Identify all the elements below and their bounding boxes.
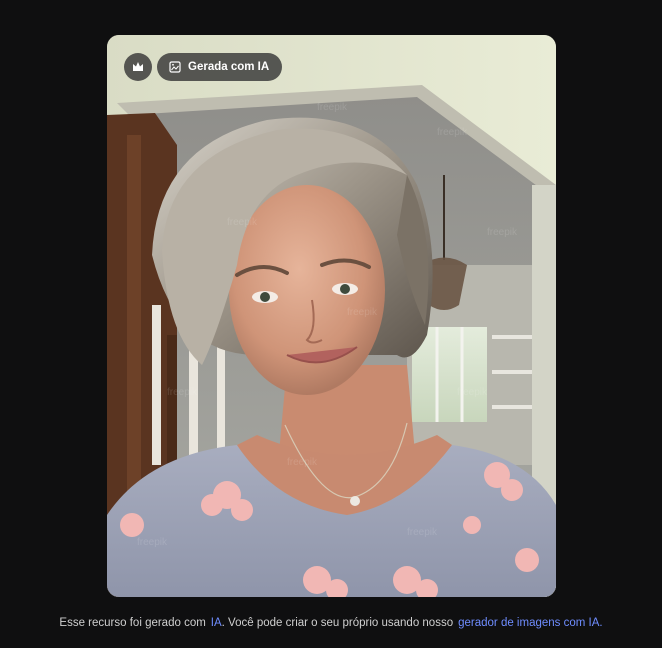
generated-image[interactable]: freepik freepik freepik freepik freepik … bbox=[107, 35, 556, 597]
crown-icon bbox=[133, 62, 143, 71]
disclaimer-text-middle: . Você pode criar o seu próprio usando n… bbox=[221, 617, 454, 629]
svg-text:freepik: freepik bbox=[487, 227, 518, 238]
svg-text:freepik: freepik bbox=[407, 527, 438, 538]
disclaimer-text-before: Esse recurso foi gerado com bbox=[59, 617, 206, 629]
svg-text:freepik: freepik bbox=[317, 102, 348, 113]
svg-text:freepik: freepik bbox=[167, 387, 198, 398]
ai-disclaimer: Esse recurso foi gerado com IA. Você pode… bbox=[0, 617, 662, 629]
svg-text:freepik: freepik bbox=[437, 127, 468, 138]
portrait-photo: freepik freepik freepik freepik freepik … bbox=[107, 35, 556, 597]
ai-generated-label: Gerada com IA bbox=[188, 61, 270, 73]
ai-image-generator-link[interactable]: gerador de imagens com IA. bbox=[458, 617, 602, 629]
premium-badge[interactable] bbox=[124, 53, 152, 81]
ai-link[interactable]: IA bbox=[211, 617, 222, 629]
page: freepik freepik freepik freepik freepik … bbox=[0, 0, 662, 648]
svg-text:freepik: freepik bbox=[137, 537, 168, 548]
ai-generated-badge[interactable]: Gerada com IA bbox=[157, 53, 283, 81]
svg-text:freepik: freepik bbox=[457, 387, 488, 398]
ai-image-icon bbox=[169, 61, 181, 73]
svg-text:freepik: freepik bbox=[287, 457, 318, 468]
svg-text:freepik: freepik bbox=[347, 307, 378, 318]
svg-text:freepik: freepik bbox=[227, 217, 258, 228]
